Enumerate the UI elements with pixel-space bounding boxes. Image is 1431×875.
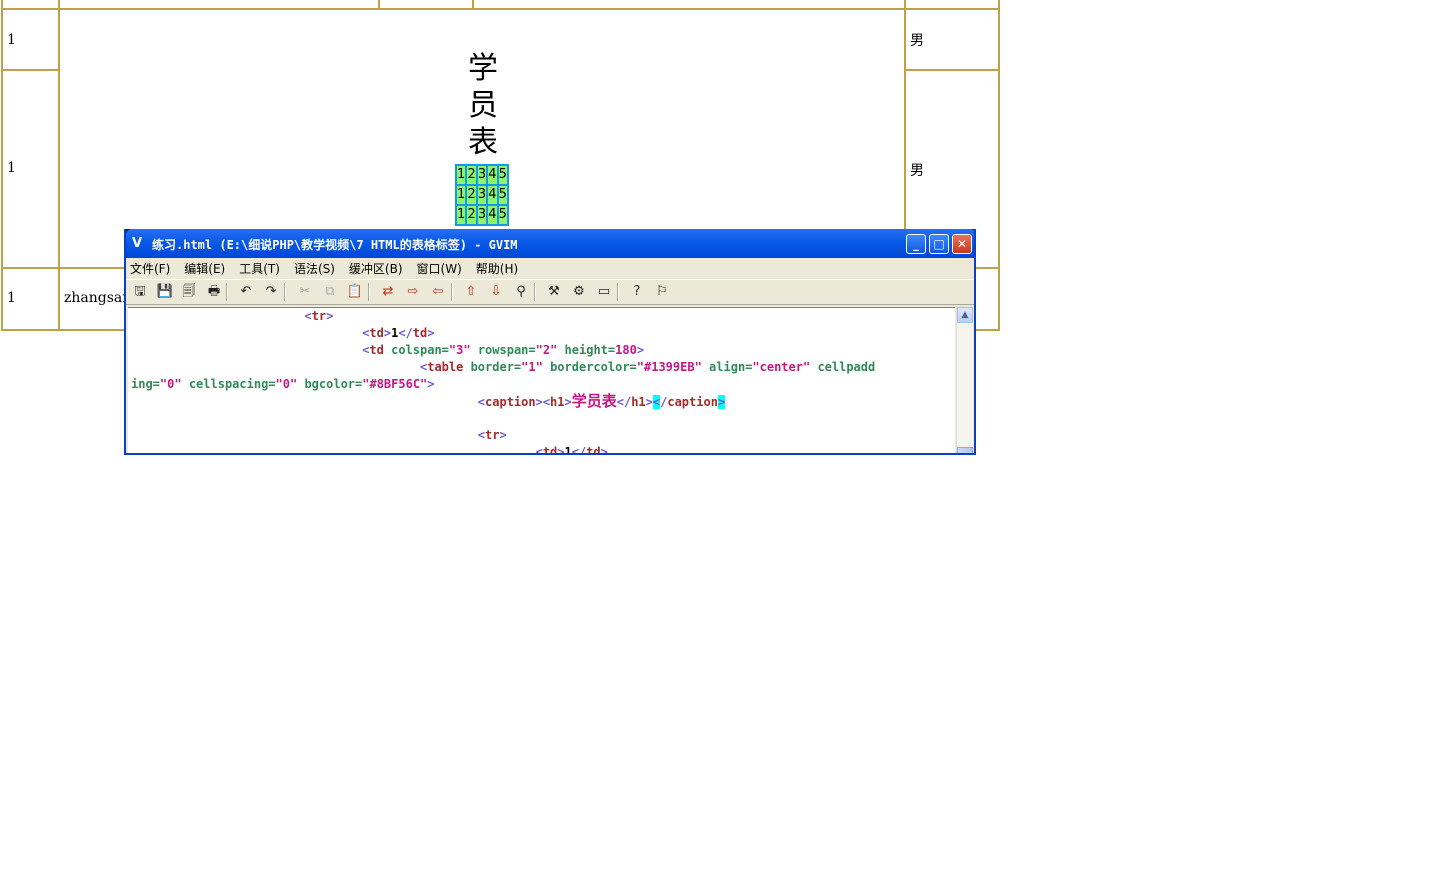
row-number: 1 — [7, 290, 16, 306]
code-editor[interactable]: <tr> <td>1</td> <td colspan="3" rowspan=… — [128, 307, 955, 455]
replace-icon[interactable]: ⇄ — [378, 283, 398, 301]
title-bar[interactable]: V 练习.html (E:\细说PHP\教学视频\7 HTML的表格标签) - … — [126, 229, 974, 258]
code-line: <td>1</td> — [362, 326, 435, 340]
code-line: <tr> — [477, 428, 507, 442]
gender-cell: 男 — [910, 33, 924, 49]
code-line: <td>1</td> — [535, 445, 608, 455]
inner-cell: 3 — [476, 185, 488, 205]
redo-icon[interactable]: ↷ — [261, 283, 281, 301]
code-line: <caption><h1>学员表</h1></caption> — [477, 392, 726, 410]
inner-cell: 2 — [466, 185, 477, 205]
scroll-up-icon[interactable]: ▲ — [957, 307, 973, 323]
window-client: 文件(F) 编辑(E) 工具(T) 语法(S) 缓冲区(B) 窗口(W) 帮助(… — [126, 258, 974, 455]
row-number: 1 — [7, 32, 16, 48]
code-line: ing="0" cellspacing="0" bgcolor="#8BF56C… — [131, 377, 435, 391]
find-prev-icon[interactable]: ⇦ — [428, 283, 448, 301]
save-session-icon[interactable]: ⇩ — [486, 283, 506, 301]
table-cell: 1 — [1, 69, 60, 269]
table-caption: 学 员 表 — [462, 50, 504, 161]
inner-cell: 5 — [497, 165, 508, 185]
menu-syntax[interactable]: 语法(S) — [294, 260, 335, 277]
code-line: <table border="1" bordercolor="#1399EB" … — [419, 360, 876, 374]
inner-cell: 4 — [487, 165, 498, 185]
toolbar-separator — [226, 283, 228, 301]
caption-char: 表 — [468, 125, 498, 160]
help-icon[interactable]: ? — [627, 283, 647, 301]
inner-cell: 1 — [456, 205, 467, 225]
menu-tools[interactable]: 工具(T) — [239, 260, 280, 277]
inner-cell: 1 — [456, 185, 467, 205]
code-line: <td colspan="3" rowspan="2" height=180> — [362, 343, 645, 357]
menu-buffers[interactable]: 缓冲区(B) — [349, 260, 403, 277]
ctags-icon[interactable]: ▭ — [594, 283, 614, 301]
inner-cell: 2 — [466, 165, 477, 185]
toolbar-separator — [451, 283, 453, 301]
undo-icon[interactable]: ↶ — [236, 283, 256, 301]
close-button[interactable]: ✕ — [952, 234, 972, 254]
caption-char: 学 — [468, 51, 498, 86]
name-cell: zhangsan — [64, 290, 132, 306]
load-session-icon[interactable]: ⇧ — [461, 283, 481, 301]
cut-icon[interactable]: ✂ — [295, 283, 315, 301]
shell-icon[interactable]: ⚙ — [569, 283, 589, 301]
inner-cell: 2 — [466, 205, 477, 225]
open-icon[interactable]: 🖫 — [130, 283, 150, 301]
toolbar-separator — [534, 283, 536, 301]
toolbar-separator — [284, 283, 286, 301]
scroll-thumb[interactable] — [957, 447, 973, 453]
toolbar-separator — [368, 283, 370, 301]
print-icon[interactable]: 🖶 — [204, 283, 224, 301]
menu-bar: 文件(F) 编辑(E) 工具(T) 语法(S) 缓冲区(B) 窗口(W) 帮助(… — [126, 258, 974, 278]
inner-cell: 3 — [476, 205, 488, 225]
make-icon[interactable]: ⚒ — [544, 283, 564, 301]
save-all-icon[interactable]: 🗐 — [179, 283, 199, 301]
find-next-icon[interactable]: ⇨ — [403, 283, 423, 301]
maximize-button[interactable]: □ — [929, 234, 949, 254]
inner-cell: 4 — [487, 205, 498, 225]
run-script-icon[interactable]: ⚲ — [511, 283, 531, 301]
inner-cell: 5 — [497, 185, 508, 205]
copy-icon[interactable]: ⧉ — [320, 283, 340, 301]
toolbar: 🖫 💾 🗐 🖶 ↶ ↷ ✂ ⧉ 📋 ⇄ ⇨ ⇦ ⇧ ⇩ ⚲ ⚒ ⚙ ▭ ? ⚐ — [126, 279, 974, 305]
table-cell: 男 — [904, 8, 1000, 71]
row-number: 1 — [7, 160, 16, 176]
menu-edit[interactable]: 编辑(E) — [184, 260, 225, 277]
menu-window[interactable]: 窗口(W) — [417, 260, 462, 277]
table-cell: 1 — [1, 8, 60, 71]
toolbar-separator — [617, 283, 619, 301]
inner-table: 1 2 3 4 5 1 2 3 4 5 1 2 3 4 5 — [455, 164, 509, 226]
window-title: 练习.html (E:\细说PHP\教学视频\7 HTML的表格标签) - GV… — [152, 238, 518, 252]
vertical-scrollbar[interactable]: ▲ — [956, 307, 973, 453]
table-cell: 1 — [1, 267, 60, 331]
inner-cell: 1 — [456, 165, 467, 185]
inner-cell: 3 — [476, 165, 488, 185]
inner-cell: 4 — [487, 185, 498, 205]
caption-char: 员 — [468, 88, 498, 123]
inner-cell: 5 — [497, 205, 508, 225]
paste-icon[interactable]: 📋 — [345, 283, 365, 301]
menu-file[interactable]: 文件(F) — [130, 260, 170, 277]
code-line: <tr> — [304, 309, 334, 323]
gender-cell: 男 — [910, 163, 924, 179]
table-cell: zhangsan — [58, 267, 132, 331]
gvim-window: V 练习.html (E:\细说PHP\教学视频\7 HTML的表格标签) - … — [124, 229, 976, 455]
minimize-button[interactable]: _ — [906, 234, 926, 254]
vim-icon: V — [132, 236, 143, 251]
save-icon[interactable]: 💾 — [155, 283, 175, 301]
menu-help[interactable]: 帮助(H) — [476, 260, 518, 277]
find-help-icon[interactable]: ⚐ — [652, 283, 672, 301]
